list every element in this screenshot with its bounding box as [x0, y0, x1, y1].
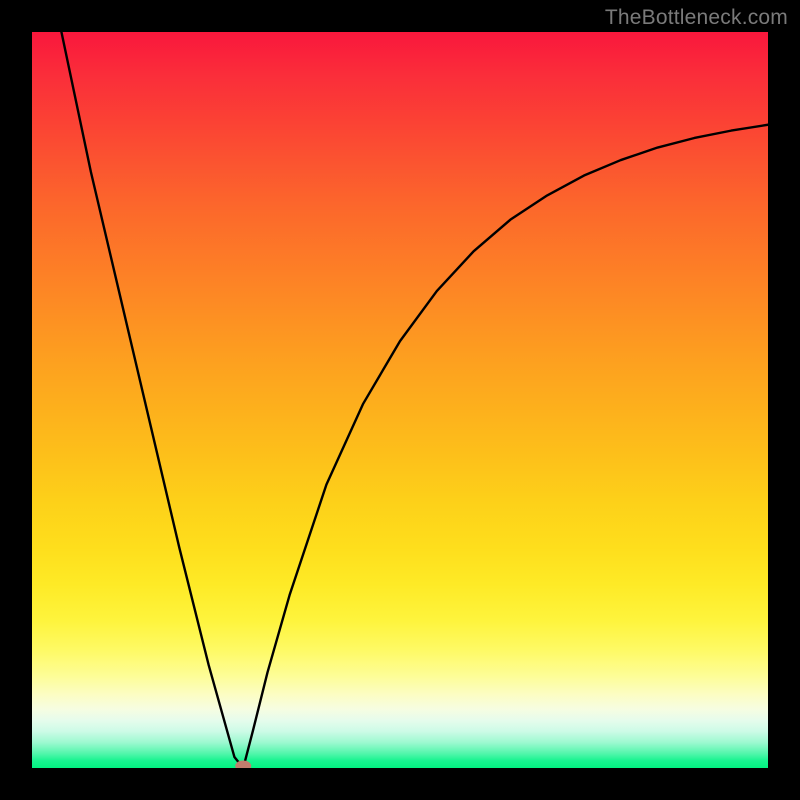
- plot-area: [32, 32, 768, 768]
- chart-frame: TheBottleneck.com: [0, 0, 800, 800]
- curve-layer: [32, 32, 768, 768]
- watermark-text: TheBottleneck.com: [605, 6, 788, 30]
- bottleneck-curve: [61, 32, 768, 768]
